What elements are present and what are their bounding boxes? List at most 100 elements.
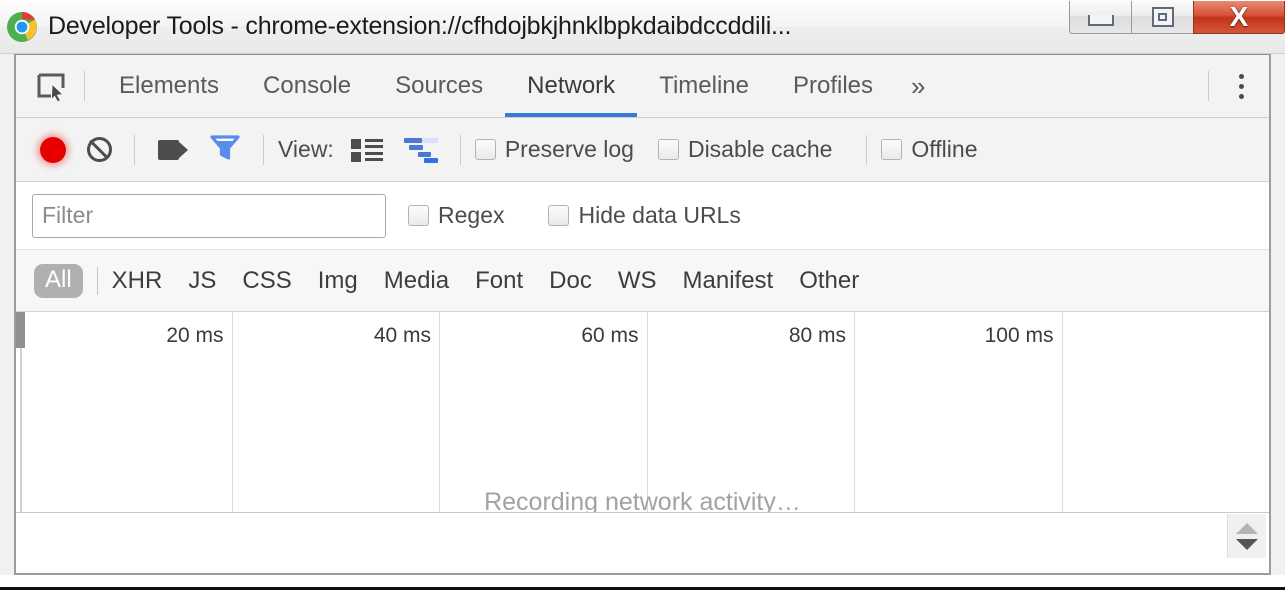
timeline-left-rule [20,348,22,512]
record-icon [40,136,66,163]
type-filter-css[interactable]: CSS [242,267,291,295]
hide-data-urls-checkbox-group[interactable]: Hide data URLs [548,202,762,229]
scroll-down-arrow-icon[interactable] [1236,538,1258,550]
filter-row: Regex Hide data URLs [16,182,1269,250]
toolbar-divider-2 [263,134,264,165]
restore-icon [1151,7,1174,27]
view-waterfall-button[interactable] [394,127,448,173]
hide-data-urls-checkbox[interactable] [548,205,570,226]
window-bottom-edge [0,575,1285,593]
view-list-button[interactable] [340,127,394,173]
type-filter-media[interactable]: Media [384,267,449,295]
tabstrip-divider-right [1208,71,1209,101]
network-toolbar: View: Preserve log Disable cache Offline [16,118,1269,182]
regex-checkbox[interactable] [408,205,429,226]
resource-type-filter-row: All XHR JS CSS Img Media Font Doc WS Man… [16,250,1269,312]
funnel-filter-icon [210,133,240,166]
close-button[interactable]: X [1193,1,1285,34]
timeline-grid-column [648,360,855,512]
type-filter-js[interactable]: JS [188,267,216,295]
timeline-grid-column [440,360,648,512]
devtools-panel: Elements Console Sources Network Timelin… [14,54,1271,575]
toolbar-divider-4 [866,134,868,165]
tab-elements[interactable]: Elements [97,55,241,117]
offline-checkbox-group[interactable]: Offline [881,136,999,163]
view-label: View: [278,136,334,162]
disable-cache-label: Disable cache [687,136,833,162]
timeline-grid [25,360,1269,512]
type-filter-other[interactable]: Other [799,267,859,295]
timeline-grid-column [1063,360,1270,512]
devtools-window: Developer Tools - chrome-extension://cfh… [0,0,1285,593]
inspect-element-button[interactable] [28,64,72,108]
type-filter-xhr[interactable]: XHR [112,267,163,295]
disable-cache-checkbox[interactable] [657,139,679,160]
clear-button[interactable] [76,127,122,173]
timeline-left-marker [16,312,25,348]
toolbar-divider-1 [134,134,135,165]
title-bar: Developer Tools - chrome-extension://cfh… [0,0,1285,54]
preserve-log-checkbox[interactable] [474,139,496,160]
devtools-tabstrip: Elements Console Sources Network Timelin… [16,55,1269,118]
timeline-ruler-column [1063,312,1270,360]
type-filter-font[interactable]: Font [475,267,523,295]
hide-data-urls-label: Hide data URLs [578,202,741,228]
close-icon: X [1229,1,1249,32]
toolbar-divider-3 [459,134,461,165]
timeline-tick-100ms: 100 ms [984,324,1054,347]
preserve-log-label: Preserve log [504,136,634,162]
maximize-button[interactable] [1131,1,1193,34]
inspect-element-icon [36,73,65,103]
tabstrip-divider [84,71,85,101]
tabstrip-right-group [1196,64,1269,108]
timeline-ruler-column: 80 ms [648,312,855,360]
more-tabs-button[interactable]: » [895,55,941,117]
disable-cache-checkbox-group[interactable]: Disable cache [657,136,854,163]
window-title: Developer Tools - chrome-extension://cfh… [48,12,792,40]
kebab-menu-icon[interactable] [1221,64,1261,108]
timeline-grid-column [855,360,1063,512]
timeline-tick-80ms: 80 ms [788,324,846,347]
type-filter-all[interactable]: All [34,263,83,298]
filter-input[interactable] [32,193,386,238]
timeline-tick-40ms: 40 ms [373,324,431,347]
type-filter-manifest[interactable]: Manifest [683,267,774,295]
camera-icon [158,139,188,160]
timeline-grid-column [233,360,440,512]
regex-label: Regex [438,202,505,228]
scroll-up-arrow-icon[interactable] [1236,522,1258,534]
type-filter-ws[interactable]: WS [618,267,657,295]
preserve-log-checkbox-group[interactable]: Preserve log [474,136,656,163]
tab-network[interactable]: Network [505,55,638,117]
chrome-logo-icon [6,11,38,43]
timeline-tick-60ms: 60 ms [581,324,639,347]
scrollbar-stepper[interactable] [1227,514,1266,558]
offline-checkbox[interactable] [881,139,903,160]
timeline-ruler-column: 20 ms [25,312,233,360]
list-view-icon [350,138,383,162]
clear-icon [86,137,112,162]
type-filter-img[interactable]: Img [318,267,358,295]
minimize-button[interactable] [1069,1,1131,34]
timeline-ruler-column: 40 ms [233,312,440,360]
network-timeline[interactable]: 20 ms 40 ms 60 ms 80 ms 100 ms Recording… [16,312,1269,513]
offline-label: Offline [911,136,978,162]
regex-checkbox-group[interactable]: Regex [408,202,526,229]
capture-screenshots-button[interactable] [147,127,199,173]
tab-timeline[interactable]: Timeline [637,55,771,117]
tab-sources[interactable]: Sources [373,55,505,117]
request-list-pane [16,513,1269,561]
timeline-tick-20ms: 20 ms [166,324,224,347]
timeline-grid-column [25,360,233,512]
record-button[interactable] [30,127,76,173]
timeline-ruler: 20 ms 40 ms 60 ms 80 ms 100 ms [25,312,1269,360]
tab-profiles[interactable]: Profiles [771,55,895,117]
tab-console[interactable]: Console [241,55,373,117]
timeline-ruler-column: 100 ms [855,312,1063,360]
type-filter-doc[interactable]: Doc [549,267,592,295]
waterfall-view-icon [403,137,438,163]
window-controls: X [1069,1,1285,35]
timeline-ruler-column: 60 ms [440,312,648,360]
minimize-icon [1087,14,1114,26]
filter-toggle-button[interactable] [199,127,251,173]
